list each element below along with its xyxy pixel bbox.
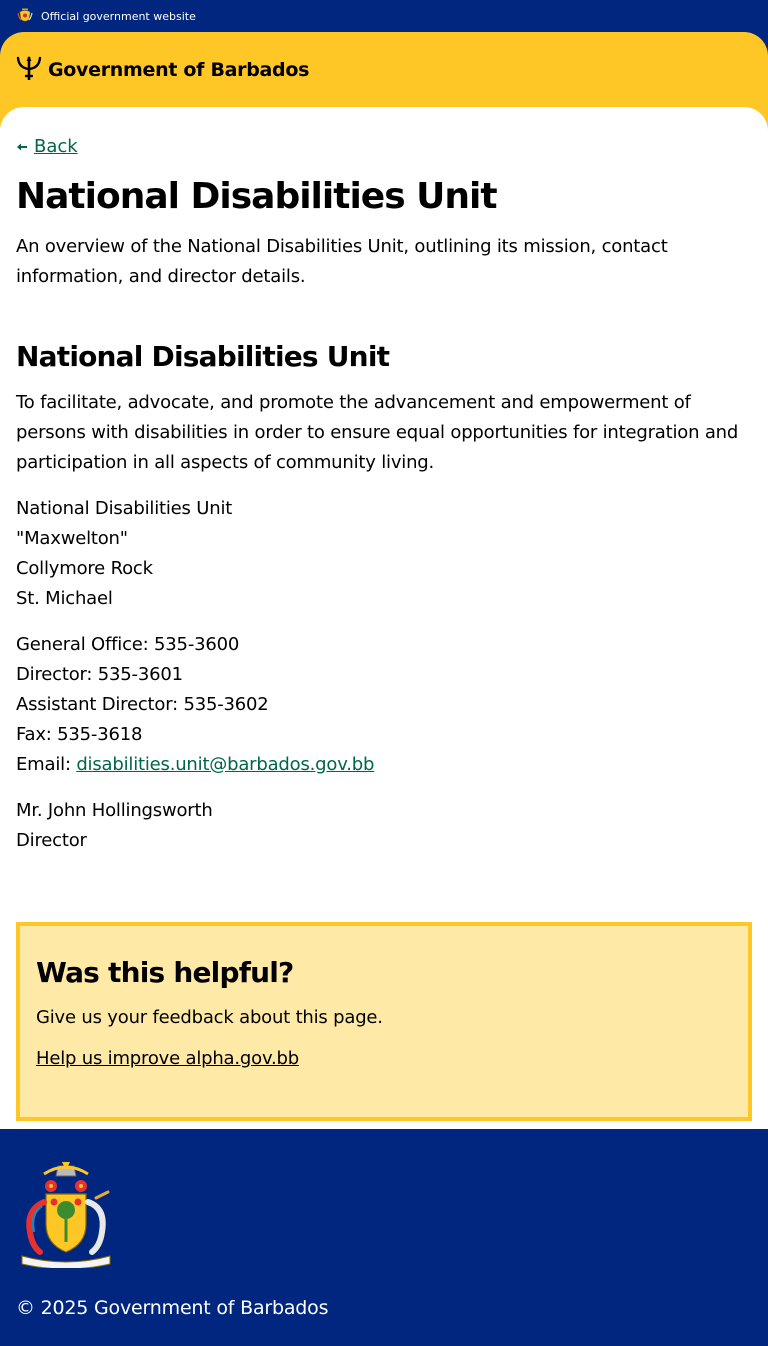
home-link[interactable]: Government of Barbados [16,56,752,84]
mission-statement: To facilitate, advocate, and promote the… [16,391,739,473]
address-line: St. Michael [16,587,113,609]
main-content: Back National Disabilities Unit An overv… [0,107,768,1129]
trident-icon [16,55,42,85]
director-role: Director [16,829,87,851]
contact-line: Assistant Director: 535-3602 [16,693,269,715]
contact-line: General Office: 535-3600 [16,633,240,655]
feedback-title: Was this helpful? [36,955,294,989]
address-line: "Maxwelton" [16,527,128,549]
director-name: Mr. John Hollingsworth [16,799,213,821]
brand-name: Government of Barbados [48,59,310,81]
address-block: National Disabilities Unit "Maxwelton" C… [16,494,752,614]
email-link[interactable]: disabilities.unit@barbados.gov.bb [76,754,374,775]
address-line: Collymore Rock [16,557,153,579]
email-label: Email: [16,753,77,775]
contact-block: General Office: 535-3600 Director: 535-3… [16,630,752,780]
feedback-link[interactable]: Help us improve alpha.gov.bb [36,1048,299,1069]
director-block: Mr. John Hollingsworth Director [16,796,752,856]
coat-of-arms-icon [16,7,34,25]
back-link[interactable]: Back [16,135,752,157]
page-title: National Disabilities Unit [16,176,498,217]
email-line: Email: disabilities.unit@barbados.gov.bb [16,750,752,780]
footer-copyright: © 2025 Government of Barbados [16,1296,329,1319]
coat-of-arms-icon [16,1161,752,1272]
contact-line: Director: 535-3601 [16,663,183,685]
section-title: National Disabilities Unit [16,340,390,374]
page-lede: An overview of the National Disabilities… [16,236,668,288]
back-link-label: Back [34,135,78,157]
site-footer: © 2025 Government of Barbados [0,1128,768,1319]
official-banner-text: Official government website [41,9,196,23]
arrow-left-icon [16,137,28,156]
feedback-panel: Was this helpful? Give us your feedback … [16,921,752,1121]
address-line: National Disabilities Unit [16,497,233,519]
official-banner: Official government website [0,0,768,32]
feedback-text: Give us your feedback about this page. [36,1007,383,1029]
contact-line: Fax: 535-3618 [16,723,143,745]
